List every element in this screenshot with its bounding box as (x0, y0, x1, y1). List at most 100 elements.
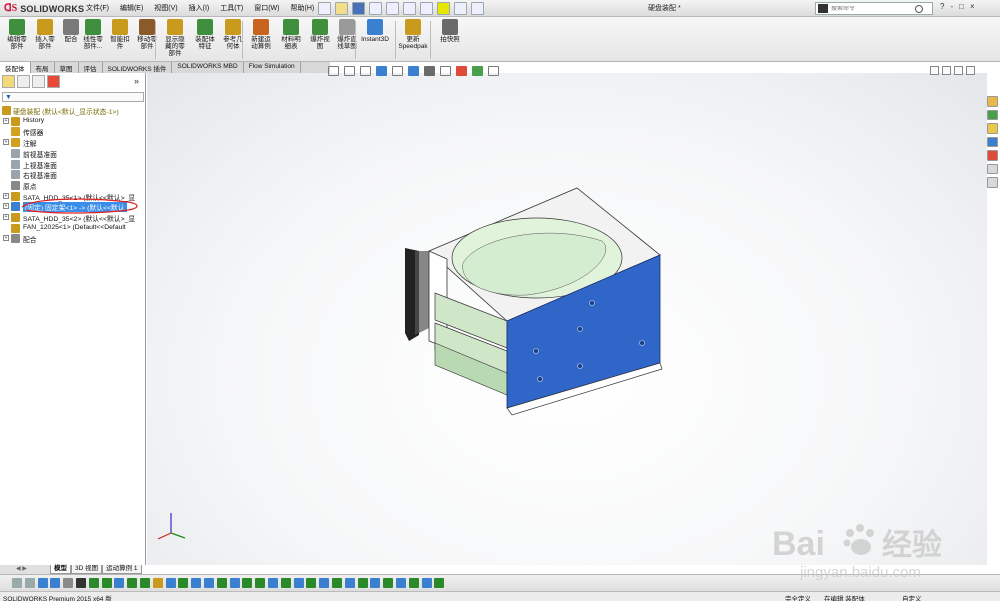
edit-appearance-icon[interactable] (456, 66, 467, 76)
selection-filter-icon[interactable] (88, 578, 99, 588)
tab-3[interactable]: 评估 (79, 62, 103, 73)
selection-filter-icon[interactable] (229, 578, 240, 588)
selection-filter-icon[interactable] (114, 578, 125, 588)
open-icon[interactable] (335, 2, 348, 15)
viewport-minimize-icon[interactable] (954, 66, 963, 75)
undo-icon[interactable] (386, 2, 399, 15)
rebuild-icon[interactable] (437, 2, 450, 15)
view-orientation-icon[interactable] (408, 66, 419, 76)
selection-filter-icon[interactable] (216, 578, 227, 588)
redo-icon[interactable] (403, 2, 416, 15)
save-icon[interactable] (352, 2, 365, 15)
viewport-close-icon[interactable] (966, 66, 975, 75)
selection-filter-icon[interactable] (24, 578, 35, 588)
menu-tools[interactable]: 工具(T) (220, 3, 243, 15)
status-units[interactable]: 自定义 (902, 593, 922, 601)
minimize-button[interactable]: - (950, 2, 953, 11)
cmd-move-component-button[interactable]: 移动零 部件 (132, 19, 162, 61)
menu-view[interactable]: 视图(V) (154, 3, 177, 15)
selection-filter-icon[interactable] (127, 578, 138, 588)
custom-properties-icon[interactable] (987, 163, 998, 175)
cmd-speedpak-button[interactable]: 更新 Speedpak (398, 19, 428, 61)
help-button[interactable]: ? (940, 2, 944, 11)
display-style-icon[interactable] (424, 66, 435, 76)
feature-manager-tab-icon[interactable] (2, 75, 15, 88)
cmd-show-hidden-button[interactable]: 显示隐 藏的零 部件 (160, 19, 190, 61)
menu-window[interactable]: 窗口(W) (254, 3, 279, 15)
search-icon[interactable] (915, 4, 923, 13)
expand-panel-icon[interactable]: » (134, 76, 139, 86)
expand-toggle-icon[interactable]: + (3, 139, 9, 146)
cmd-linear-pattern-button[interactable]: 线性零 部件... (78, 19, 108, 61)
selection-filter-icon[interactable] (293, 578, 304, 588)
selection-filter-icon[interactable] (242, 578, 253, 588)
tree-node[interactable]: + 配合 (0, 234, 146, 244)
view-palette-icon[interactable] (987, 136, 998, 148)
cmd-explode-line-button[interactable]: 爆炸直 线草图 (332, 19, 362, 61)
tab-5[interactable]: SOLIDWORKS MBD (172, 62, 244, 73)
selection-filter-icon[interactable] (191, 578, 202, 588)
display-manager-tab-icon[interactable] (47, 75, 60, 88)
selection-filter-icon[interactable] (152, 578, 163, 588)
print-icon[interactable] (369, 2, 382, 15)
tab-1[interactable]: 布局 (31, 62, 55, 73)
tree-node[interactable]: + History (0, 116, 146, 127)
tree-node[interactable]: 传感器 (0, 127, 146, 137)
tab-6[interactable]: Flow Simulation (244, 62, 301, 73)
design-library-icon[interactable] (987, 109, 998, 121)
tab-scroll-arrows[interactable]: ◀ ▶ (0, 565, 50, 574)
selection-filter-icon[interactable] (63, 578, 74, 588)
new-icon[interactable] (318, 2, 331, 15)
selection-filter-icon[interactable] (319, 578, 330, 588)
expand-toggle-icon[interactable]: + (3, 192, 9, 199)
selection-filter-icon[interactable] (255, 578, 266, 588)
graphics-area[interactable] (147, 73, 987, 565)
hide-show-items-icon[interactable] (440, 66, 451, 76)
menu-edit[interactable]: 编辑(E) (120, 3, 143, 15)
zoom-area-icon[interactable] (344, 66, 355, 76)
expand-toggle-icon[interactable]: + (3, 203, 9, 210)
configuration-manager-tab-icon[interactable] (32, 75, 45, 88)
previous-view-icon[interactable] (360, 66, 371, 76)
property-manager-tab-icon[interactable] (17, 75, 30, 88)
selection-filter-icon[interactable] (12, 578, 22, 588)
cmd-bom-button[interactable]: 材料明 细表 (276, 19, 306, 61)
tree-filter[interactable]: ▼ (2, 92, 144, 102)
selection-filter-icon[interactable] (204, 578, 214, 588)
tree-node[interactable]: 上视基准面 (0, 159, 146, 170)
selection-filter-icon[interactable] (280, 578, 291, 588)
selection-filter-icon[interactable] (101, 578, 112, 588)
assembly-model[interactable] (147, 73, 987, 565)
maximize-button[interactable]: □ (959, 2, 964, 11)
zoom-fit-icon[interactable] (328, 66, 339, 76)
section-view-icon[interactable] (376, 66, 387, 76)
cmd-snapshot-button[interactable]: 拍快照 (435, 19, 465, 61)
selection-filter-icon[interactable] (357, 578, 368, 588)
selection-filter-icon[interactable] (332, 578, 342, 588)
tree-node[interactable]: FAN_12025<1> (Default<<Default (0, 223, 146, 234)
selection-filter-icon[interactable] (306, 578, 317, 588)
tab-2[interactable]: 草图 (55, 62, 79, 73)
tab-0[interactable]: 装配体 (0, 62, 31, 73)
close-button[interactable]: × (970, 2, 975, 11)
menu-file[interactable]: 文件(F) (86, 3, 109, 15)
options-icon[interactable] (471, 2, 484, 15)
tree-node[interactable]: 硬盘装配 (默认<默认_显示状态-1>) (0, 106, 146, 116)
bottom-tab-0[interactable]: 模型 (50, 565, 71, 574)
expand-toggle-icon[interactable]: + (3, 235, 9, 242)
file-properties-icon[interactable] (454, 2, 467, 15)
dynamic-annotation-icon[interactable] (392, 66, 403, 76)
selection-filter-icon[interactable] (408, 578, 419, 588)
search-commands[interactable] (815, 2, 933, 15)
expand-toggle-icon[interactable]: + (3, 214, 9, 220)
selection-filter-icon[interactable] (434, 578, 445, 588)
solidworks-logo[interactable]: ᗡS SOLIDWORKS (4, 2, 84, 15)
expand-toggle-icon[interactable]: + (3, 117, 9, 124)
selection-filter-icon[interactable] (344, 578, 355, 588)
tree-node[interactable]: 原点 (0, 180, 146, 191)
view-settings-icon[interactable] (488, 66, 499, 76)
tree-node[interactable]: 右视基准面 (0, 170, 146, 180)
cmd-motion-study-button[interactable]: 新建运 动算例 (246, 19, 276, 61)
selection-filter-icon[interactable] (37, 578, 48, 588)
appearances-icon[interactable] (987, 150, 998, 161)
